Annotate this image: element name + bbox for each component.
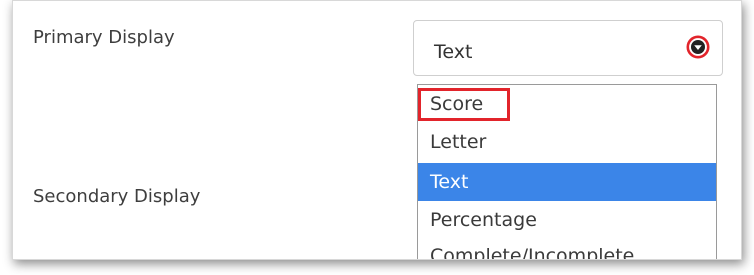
secondary-display-label: Secondary Display xyxy=(33,186,201,207)
primary-display-selected-value: Text xyxy=(434,41,473,63)
primary-display-label: Primary Display xyxy=(33,27,175,48)
option-text[interactable]: Text xyxy=(418,163,716,201)
option-percentage[interactable]: Percentage xyxy=(418,201,716,239)
partial-edge-icon: ≡ xyxy=(741,97,742,113)
chevron-down-icon[interactable] xyxy=(686,35,710,59)
option-letter[interactable]: Letter xyxy=(418,123,716,161)
option-percentage-label: Percentage xyxy=(430,209,537,231)
annotation-highlight-box xyxy=(418,88,510,121)
option-letter-label: Letter xyxy=(430,131,487,153)
primary-display-select[interactable]: Text xyxy=(413,20,723,76)
option-text-label: Text xyxy=(430,171,469,193)
option-complete-incomplete-label: Complete/Incomplete xyxy=(430,245,635,260)
option-complete-incomplete[interactable]: Complete/Incomplete xyxy=(418,237,716,260)
option-score[interactable]: Score xyxy=(418,85,716,123)
primary-display-dropdown-list[interactable]: Score Letter Text Percentage Complete/In… xyxy=(417,84,717,259)
settings-panel: Primary Display Secondary Display Text S… xyxy=(12,0,742,260)
